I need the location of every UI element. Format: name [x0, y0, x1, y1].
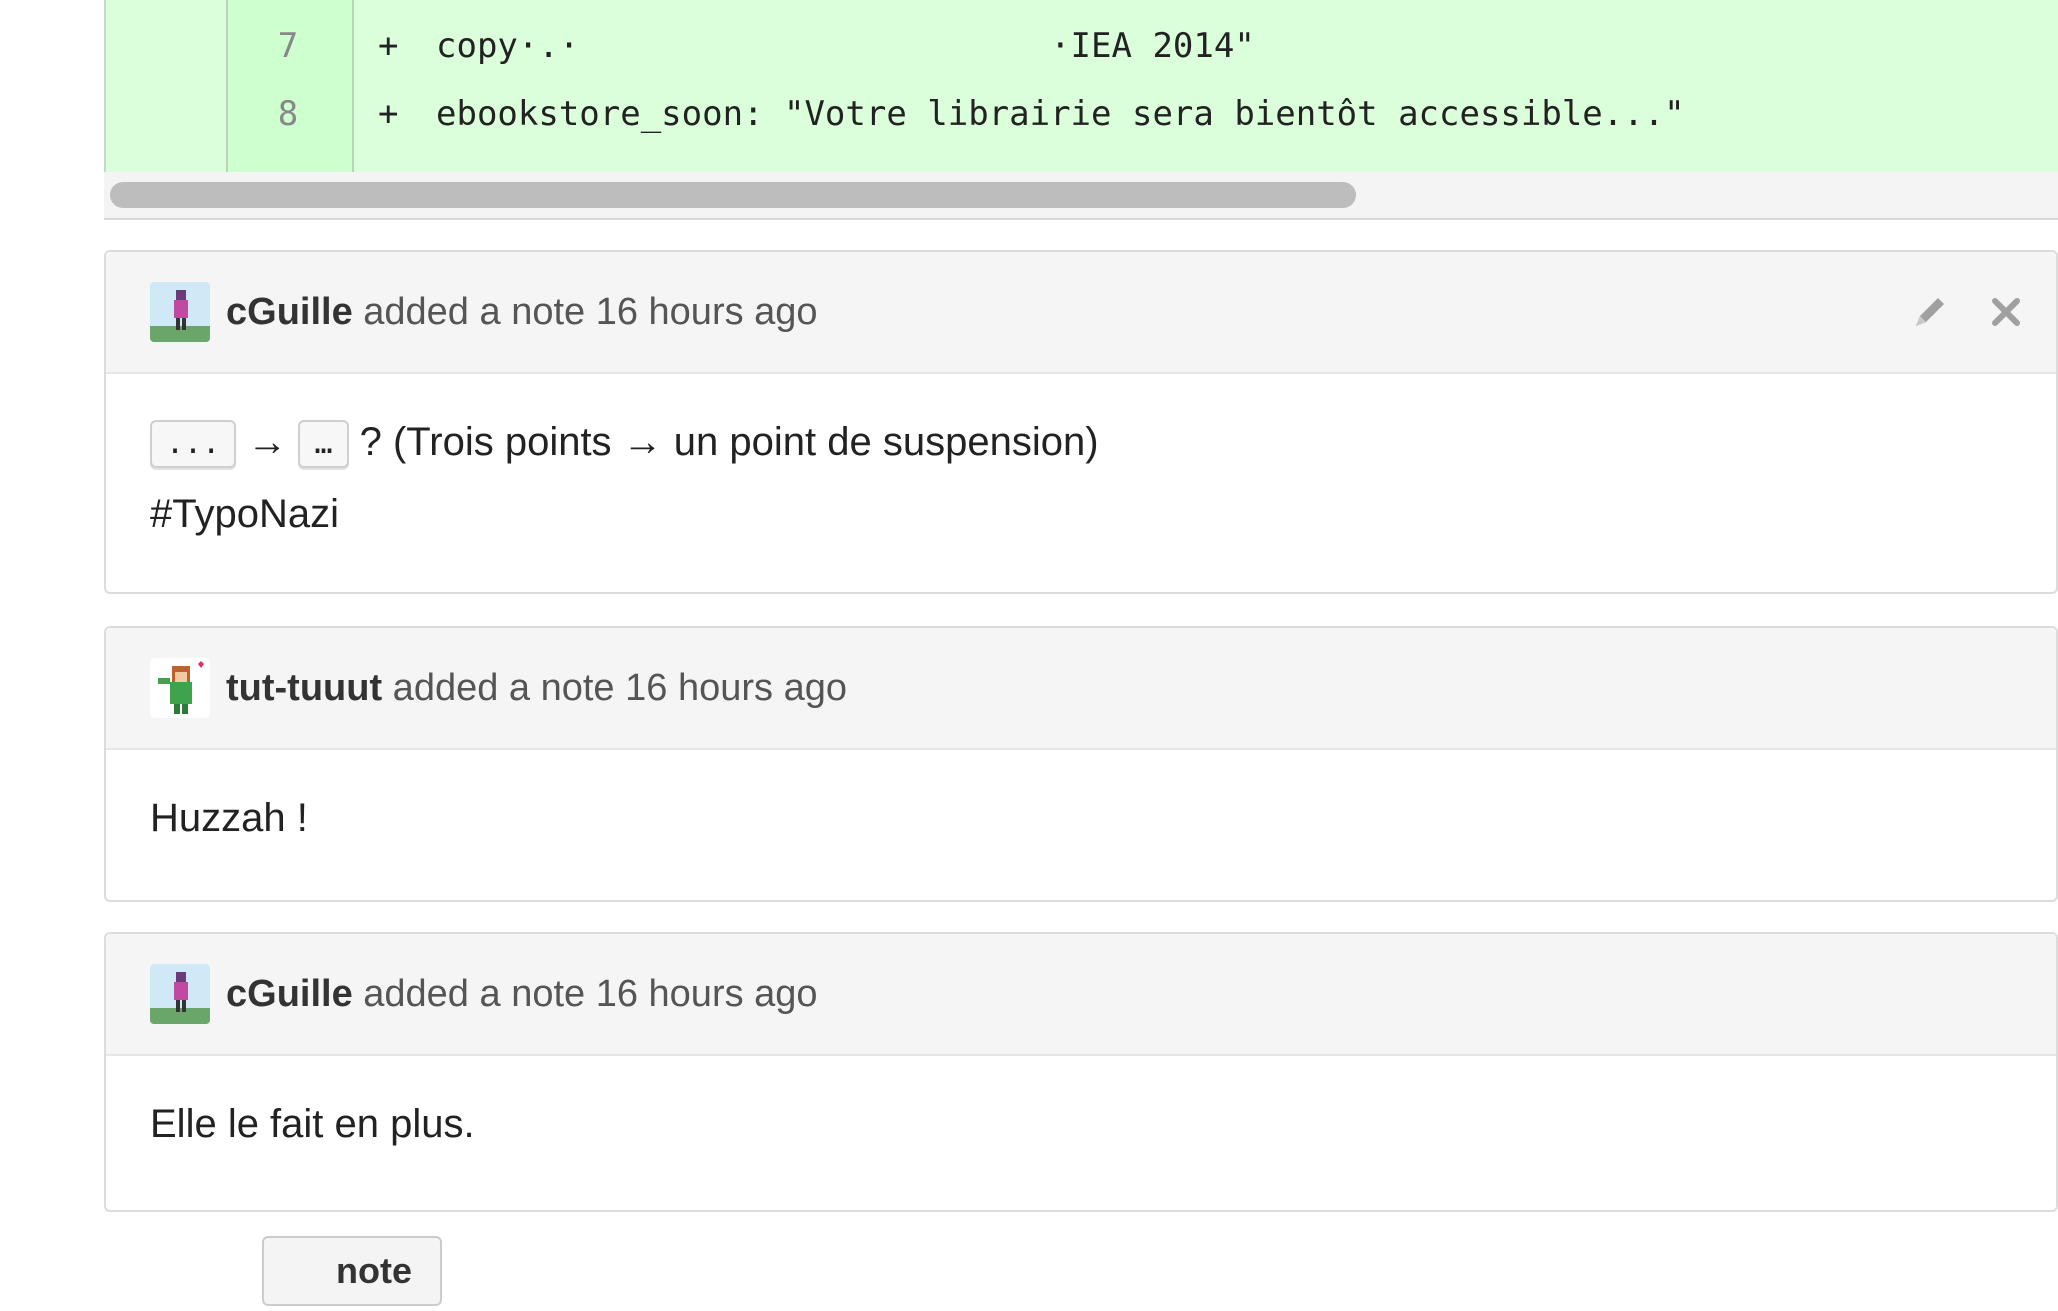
note-card: cGuille added a note 16 hours ago Elle l… [104, 932, 2058, 1212]
pixel-girl-heart-icon [150, 658, 210, 718]
note-body: ... → … ? (Trois points → un point de su… [106, 374, 2056, 550]
code-snippet: … [298, 420, 349, 469]
note-timestamp[interactable]: 16 hours ago [625, 667, 847, 709]
note-meta: tut-tuuut added a note 16 hours ago [226, 628, 847, 748]
note-timestamp[interactable]: 16 hours ago [596, 291, 818, 333]
diff-added-sign: + [378, 26, 399, 66]
note-body-text: Huzzah ! [150, 796, 308, 840]
hashtag-link[interactable]: #TypoNazi [150, 492, 339, 536]
note-body-line: #TypoNazi [150, 478, 2012, 550]
horizontal-scrollbar[interactable] [104, 172, 2058, 220]
note-card: cGuille added a note 16 hours ago ... → … [104, 250, 2058, 594]
pencil-icon [1916, 298, 1944, 326]
note-body-line: ... → … ? (Trois points → un point de su… [150, 406, 2012, 478]
avatar[interactable] [150, 282, 210, 342]
delete-note-button[interactable] [1982, 288, 2030, 336]
diff-added-sign: + [378, 94, 399, 134]
note-timestamp[interactable]: 16 hours ago [596, 973, 818, 1015]
note-header: tut-tuuut added a note 16 hours ago [106, 628, 2056, 750]
diff-added-block: 7 + copy·.· ·IEA 2014" 8 + ebookstore_soon… [104, 0, 2058, 172]
diff-line-text: ebookstore_soon: "Votre librairie sera b… [436, 94, 1685, 134]
note-action-text: added a note [352, 973, 596, 1015]
note-body: Huzzah ! [106, 750, 2056, 854]
note-body: Elle le fait en plus. [106, 1056, 2056, 1160]
note-body-text: ? (Trois points → un point de suspension… [359, 420, 1099, 464]
pixel-person-icon [150, 282, 210, 342]
diff-line-code: + copy·.· ·IEA 2014" [378, 14, 2058, 78]
note-author[interactable]: tut-tuuut [226, 667, 382, 709]
close-icon [1992, 298, 2020, 326]
note-meta: cGuille added a note 16 hours ago [226, 252, 818, 372]
scrollbar-thumb[interactable] [110, 182, 1356, 208]
avatar[interactable] [150, 658, 210, 718]
diff-line: 8 + ebookstore_soon: "Votre librairie ser… [106, 82, 2058, 146]
add-note-button[interactable]: note [262, 1236, 442, 1306]
diff-line-number[interactable]: 7 [226, 14, 350, 78]
note-meta: cGuille added a note 16 hours ago [226, 934, 818, 1054]
note-author[interactable]: cGuille [226, 291, 353, 333]
code-snippet: ... [150, 420, 237, 469]
note-action-text: added a note [382, 667, 626, 709]
pixel-person-icon [150, 964, 210, 1024]
note-header: cGuille added a note 16 hours ago [106, 934, 2056, 1056]
diff-line-code: + ebookstore_soon: "Votre librairie sera … [378, 82, 2058, 146]
note-author[interactable]: cGuille [226, 973, 353, 1015]
note-body-text: Elle le fait en plus. [150, 1102, 475, 1146]
note-action-text: added a note [352, 291, 596, 333]
edit-note-button[interactable] [1906, 288, 1954, 336]
diff-line-number[interactable]: 8 [226, 82, 350, 146]
arrow-text: → [247, 420, 288, 464]
note-card: tut-tuuut added a note 16 hours ago Huzz… [104, 626, 2058, 902]
note-header: cGuille added a note 16 hours ago [106, 252, 2056, 374]
diff-line-text: copy·.· ·IEA 2014" [436, 26, 1255, 66]
diff-line: 7 + copy·.· ·IEA 2014" [106, 14, 2058, 78]
avatar[interactable] [150, 964, 210, 1024]
